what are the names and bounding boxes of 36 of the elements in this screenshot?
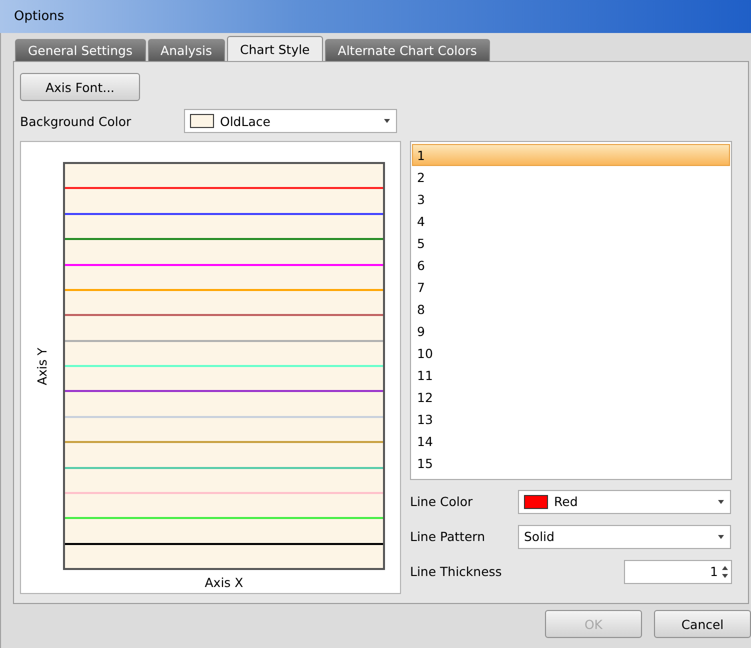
list-item[interactable]: 7 [412,276,730,298]
spinner-arrows-icon[interactable] [722,564,728,578]
tab[interactable]: Chart Style [227,36,323,61]
field-label: Line Pattern [410,529,486,544]
list-item[interactable]: 10 [412,342,730,364]
list-item[interactable]: 12 [412,386,730,408]
color-dropdown[interactable]: Red [518,490,731,514]
list-item[interactable]: 5 [412,232,730,254]
list-item[interactable]: 2 [412,166,730,188]
field-label: Line Color [410,494,474,509]
caret-icon [718,500,724,504]
tab[interactable]: General Settings [15,39,146,61]
list-item[interactable]: 11 [412,364,730,386]
axis-label: Axis X [204,574,244,590]
pattern-dropdown[interactable]: Solid [518,524,731,548]
list-item[interactable]: 14 [412,430,730,452]
list-item[interactable]: 8 [412,298,730,320]
caret-icon [718,534,724,538]
field-label: Background Color [20,114,132,128]
dialog-button[interactable]: Cancel [654,610,751,638]
list-item[interactable]: 15 [412,452,730,474]
list-item[interactable]: 13 [412,408,730,430]
axis-font-button[interactable]: Axis Font... [20,73,140,101]
list-item[interactable]: 1 [412,144,730,166]
list-item[interactable]: 4 [412,210,730,232]
tab[interactable]: Alternate Chart Colors [324,39,490,61]
thickness-spinbox[interactable]: 1 [624,560,732,584]
tab[interactable]: Analysis [148,39,226,61]
window-title: Options [14,9,64,24]
list-item[interactable]: 3 [412,188,730,210]
caret-icon [384,119,390,123]
list-item[interactable]: 9 [412,320,730,342]
list-item[interactable]: 6 [412,254,730,276]
axis-label: Axis Y [34,347,50,385]
color-dropdown[interactable]: OldLace [184,109,397,133]
field-label: Line Thickness [410,564,503,579]
